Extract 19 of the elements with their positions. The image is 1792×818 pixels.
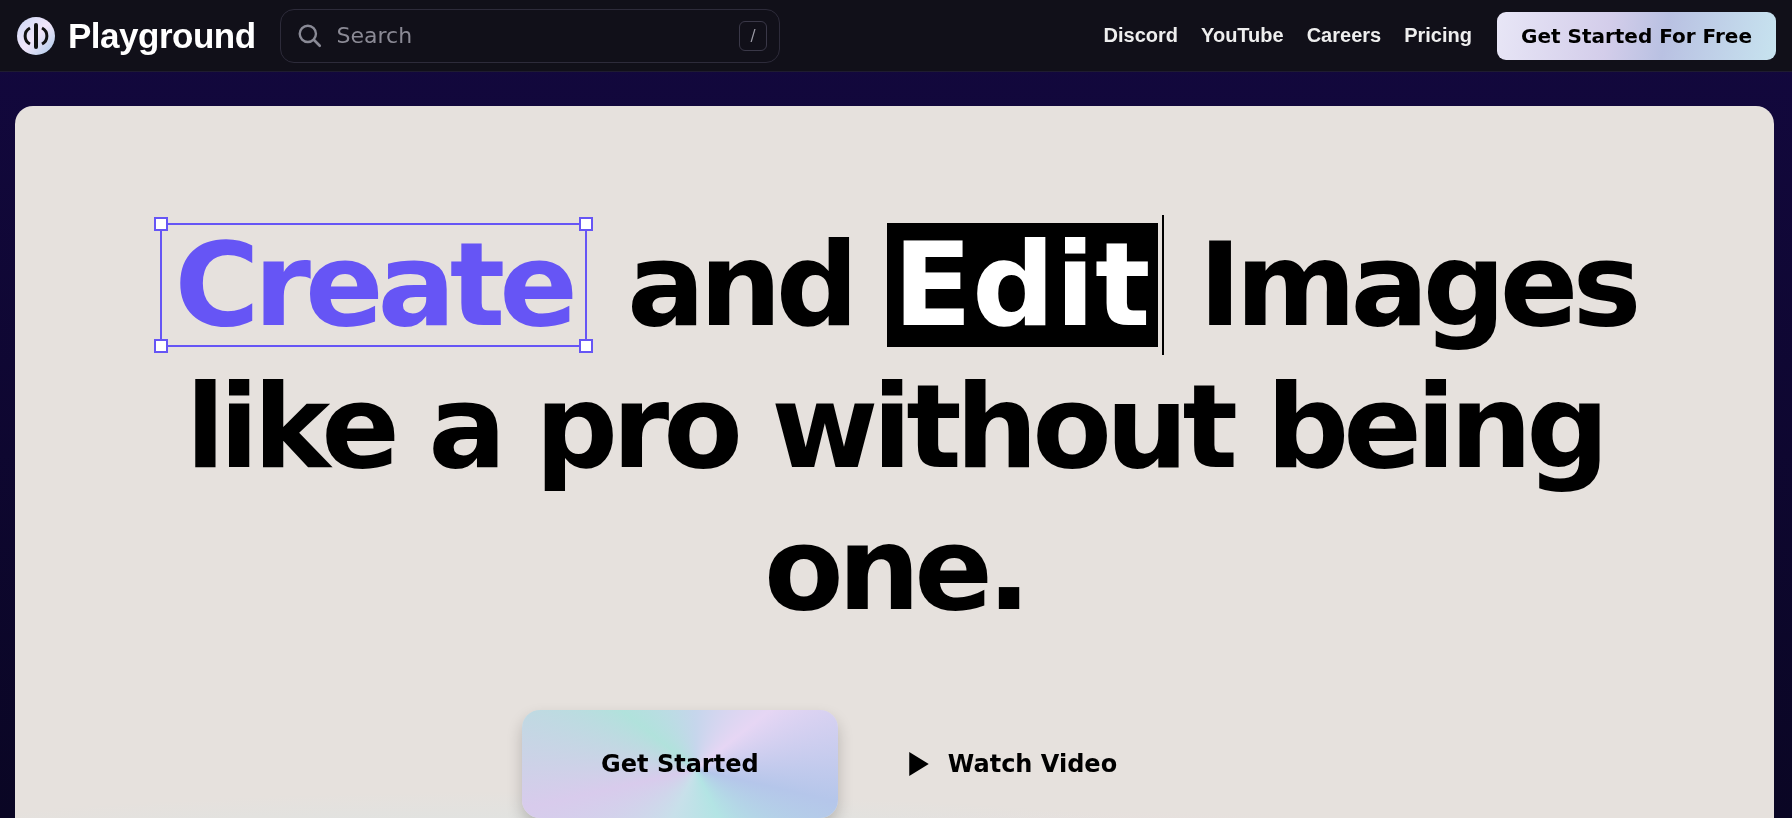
play-icon — [907, 751, 930, 777]
nav-link[interactable]: Careers — [1306, 24, 1382, 47]
brand-name[interactable]: Playground — [68, 15, 256, 56]
headline-word: and — [626, 216, 853, 354]
headline-word: Images — [1198, 216, 1636, 354]
search-field[interactable]: Search — [334, 22, 728, 49]
shortcut-key: / — [739, 20, 767, 51]
nav-link[interactable]: YouTube — [1201, 24, 1284, 47]
logo-icon[interactable] — [16, 15, 56, 56]
get-started-button[interactable]: Get Started — [521, 710, 838, 818]
search-icon — [296, 22, 323, 49]
selected-word: Create — [153, 217, 593, 353]
search-box[interactable]: Search / — [279, 8, 780, 63]
highlighted-word: Edit — [886, 223, 1159, 347]
nav-link[interactable]: Pricing — [1404, 24, 1472, 47]
get-started-free-button[interactable]: Get Started For Free — [1496, 11, 1776, 60]
headline-text: like a pro without being one. — [184, 358, 1605, 638]
nav-link[interactable]: Discord — [1103, 24, 1179, 47]
watch-video-button[interactable]: Watch Video — [897, 710, 1128, 818]
